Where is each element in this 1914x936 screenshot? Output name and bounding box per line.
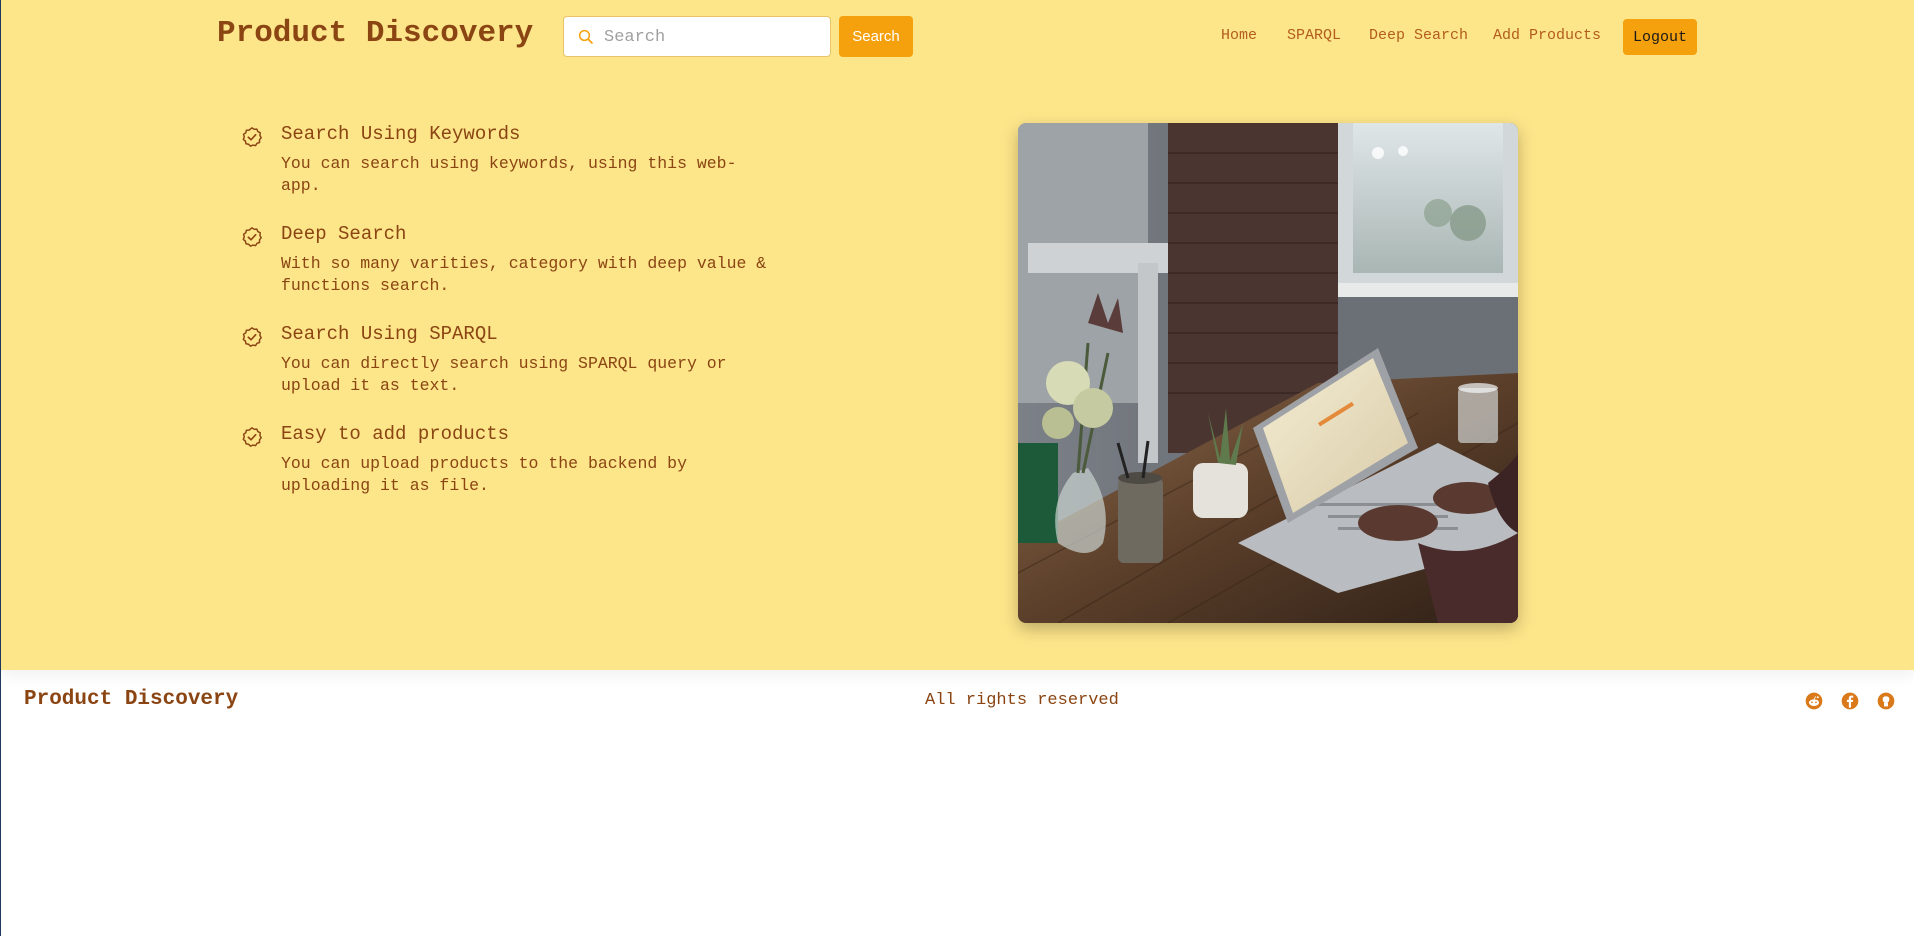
github-icon[interactable] (1876, 691, 1896, 711)
feature-description: With so many varities, category with dee… (281, 254, 767, 295)
nav-add-products[interactable]: Add Products (1493, 27, 1601, 44)
check-badge-icon (242, 427, 262, 447)
search-icon (578, 29, 593, 44)
logout-button[interactable]: Logout (1623, 19, 1697, 55)
feature-title: Easy to add products (281, 423, 510, 445)
feature-title: Deep Search (281, 223, 407, 245)
nav-sparql[interactable]: SPARQL (1287, 27, 1341, 44)
brand-logo[interactable]: Product Discovery (217, 16, 533, 51)
footer-rights: All rights reserved (925, 691, 1119, 710)
footer-brand[interactable]: Product Discovery (24, 688, 238, 711)
feature-description: You can upload products to the backend b… (281, 454, 687, 495)
search-button[interactable]: Search (839, 16, 913, 57)
nav-home[interactable]: Home (1221, 27, 1257, 44)
workspace-illustration (1018, 123, 1518, 623)
feature-title: Search Using SPARQL (281, 323, 498, 345)
facebook-icon[interactable] (1840, 691, 1860, 711)
workspace-photo (1018, 123, 1518, 623)
check-badge-icon (242, 227, 262, 247)
search-box (563, 16, 831, 57)
check-badge-icon (242, 327, 262, 347)
reddit-icon[interactable] (1804, 691, 1824, 711)
feature-description: You can directly search using SPARQL que… (281, 354, 727, 395)
check-badge-icon (242, 127, 262, 147)
hero-section: Product Discovery Search Home SPARQL Dee… (1, 0, 1914, 670)
feature-title: Search Using Keywords (281, 123, 521, 145)
feature-description: You can search using keywords, using thi… (281, 154, 737, 195)
nav-deep-search[interactable]: Deep Search (1369, 27, 1468, 44)
search-input[interactable] (604, 23, 824, 51)
